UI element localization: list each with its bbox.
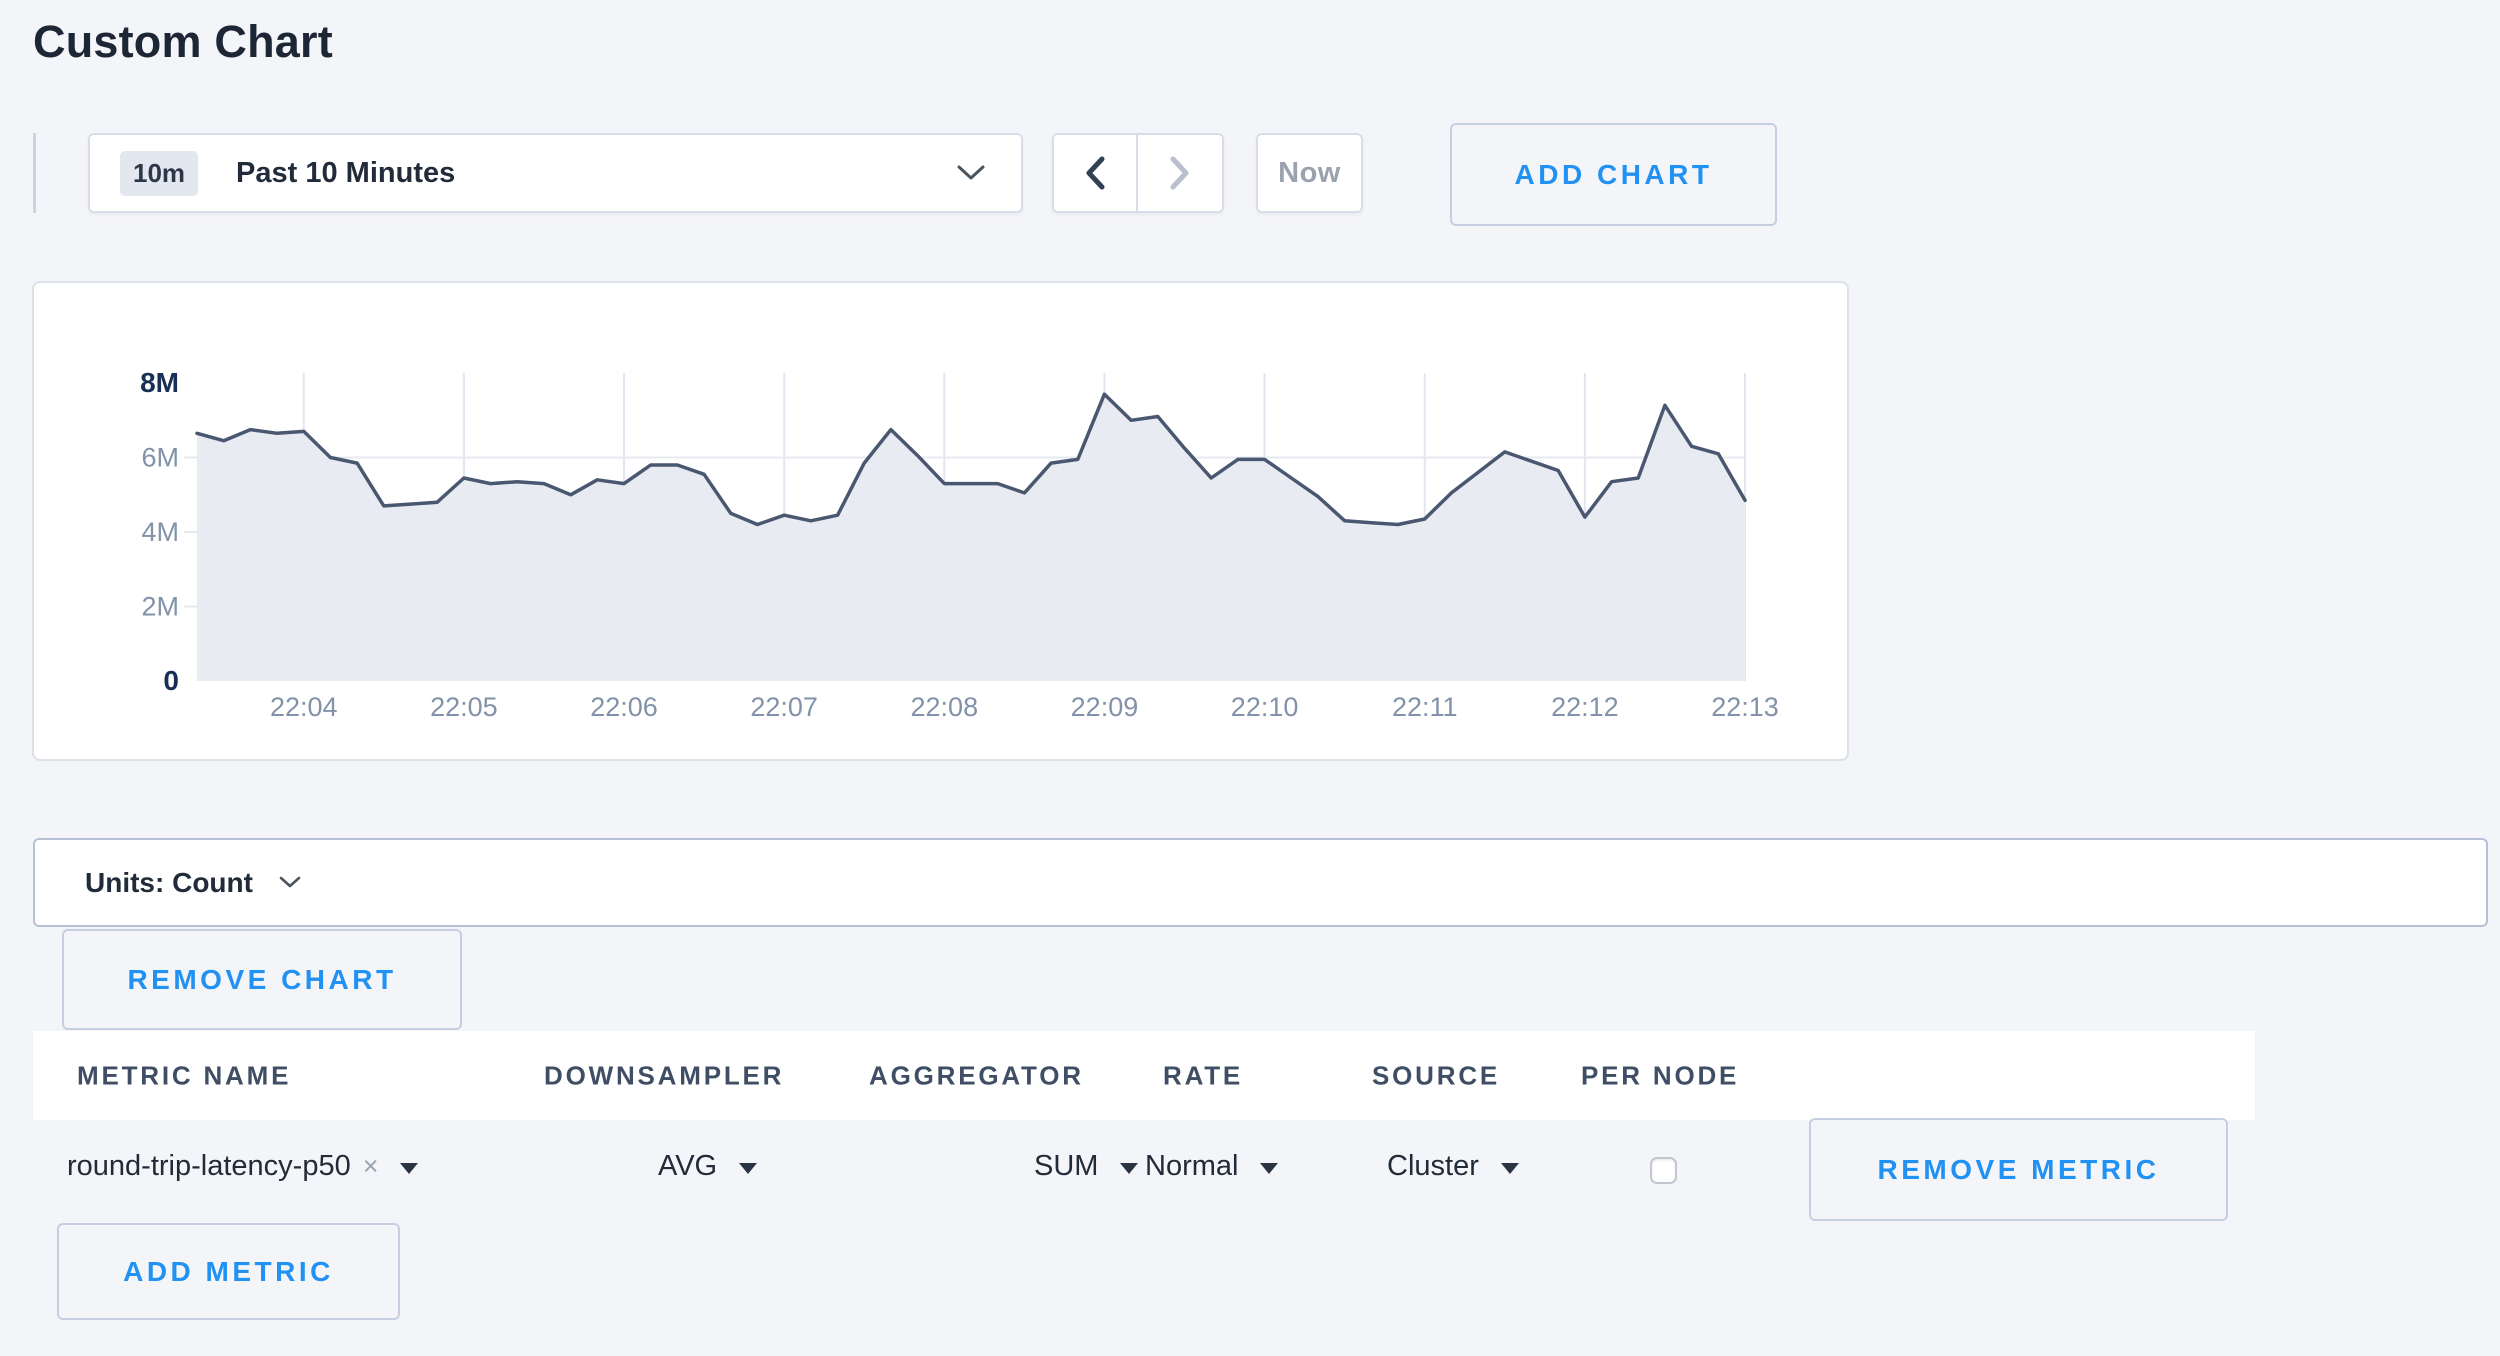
caret-down-icon [1501,1163,1519,1174]
svg-text:0: 0 [163,665,179,696]
source-value: Cluster [1387,1150,1479,1183]
svg-text:22:13: 22:13 [1711,692,1779,722]
svg-text:2M: 2M [141,592,179,622]
svg-text:8M: 8M [140,367,179,398]
toolbar-divider [33,133,36,213]
prev-timeframe-button[interactable] [1054,135,1138,211]
rate-select[interactable]: Normal [1145,1140,1278,1192]
column-header-rate: RATE [1163,1060,1243,1091]
svg-text:22:11: 22:11 [1392,692,1458,722]
svg-text:22:06: 22:06 [590,692,658,722]
svg-text:22:09: 22:09 [1071,692,1139,722]
next-timeframe-button[interactable] [1138,135,1222,211]
chevron-down-icon [279,876,301,889]
caret-down-icon [739,1163,757,1174]
rate-value: Normal [1145,1150,1238,1183]
source-select[interactable]: Cluster [1387,1140,1519,1192]
timeseries-chart[interactable]: 22:04 22:05 22:06 22:07 22:08 22:09 22:10 22:11… [34,283,1847,759]
downsampler-value: AVG [658,1150,717,1183]
svg-text:22:08: 22:08 [911,692,979,722]
svg-text:22:05: 22:05 [430,692,498,722]
svg-text:22:12: 22:12 [1551,692,1619,722]
time-pager [1052,133,1224,213]
per-node-checkbox[interactable] [1650,1157,1677,1184]
metrics-table-header: METRIC NAME DOWNSAMPLER AGGREGATOR RATE … [33,1031,2255,1120]
time-window-badge: 10m [120,151,198,196]
caret-down-icon [1120,1163,1138,1174]
svg-text:22:04: 22:04 [270,692,338,722]
column-header-source: SOURCE [1372,1060,1500,1091]
column-header-downsampler: DOWNSAMPLER [544,1060,784,1091]
chevron-right-icon [1169,156,1191,190]
svg-text:22:10: 22:10 [1231,692,1299,722]
caret-down-icon [1260,1163,1278,1174]
page-title: Custom Chart [33,16,333,68]
now-button[interactable]: Now [1256,133,1363,213]
remove-metric-button[interactable]: REMOVE METRIC [1809,1118,2228,1221]
caret-down-icon [400,1163,418,1174]
downsampler-select[interactable]: AVG [658,1140,757,1192]
time-window-label: Past 10 Minutes [236,157,455,190]
custom-chart-page: Custom Chart 10m Past 10 Minutes Now ADD… [0,0,2500,1356]
clear-metric-icon[interactable]: × [363,1151,379,1182]
svg-text:4M: 4M [141,517,179,547]
column-header-metric-name: METRIC NAME [77,1060,291,1091]
remove-chart-button[interactable]: REMOVE CHART [62,929,462,1030]
metric-name-value: round-trip-latency-p50 [67,1150,351,1183]
metric-name-select[interactable]: round-trip-latency-p50 × [67,1140,418,1192]
units-label: Units: Count [85,867,253,899]
svg-text:22:07: 22:07 [750,692,818,722]
chevron-left-icon [1084,156,1106,190]
units-dropdown[interactable]: Units: Count [33,838,2488,927]
add-metric-button[interactable]: ADD METRIC [57,1223,400,1320]
column-header-aggregator: AGGREGATOR [869,1060,1084,1091]
chevron-down-icon [957,165,985,181]
add-chart-button[interactable]: ADD CHART [1450,123,1777,226]
chart-card: 22:04 22:05 22:06 22:07 22:08 22:09 22:10 22:11… [32,281,1849,761]
svg-text:6M: 6M [141,443,179,473]
time-window-select[interactable]: 10m Past 10 Minutes [88,133,1023,213]
column-header-per-node: PER NODE [1581,1060,1739,1091]
aggregator-select[interactable]: SUM [1034,1140,1138,1192]
aggregator-value: SUM [1034,1150,1098,1183]
